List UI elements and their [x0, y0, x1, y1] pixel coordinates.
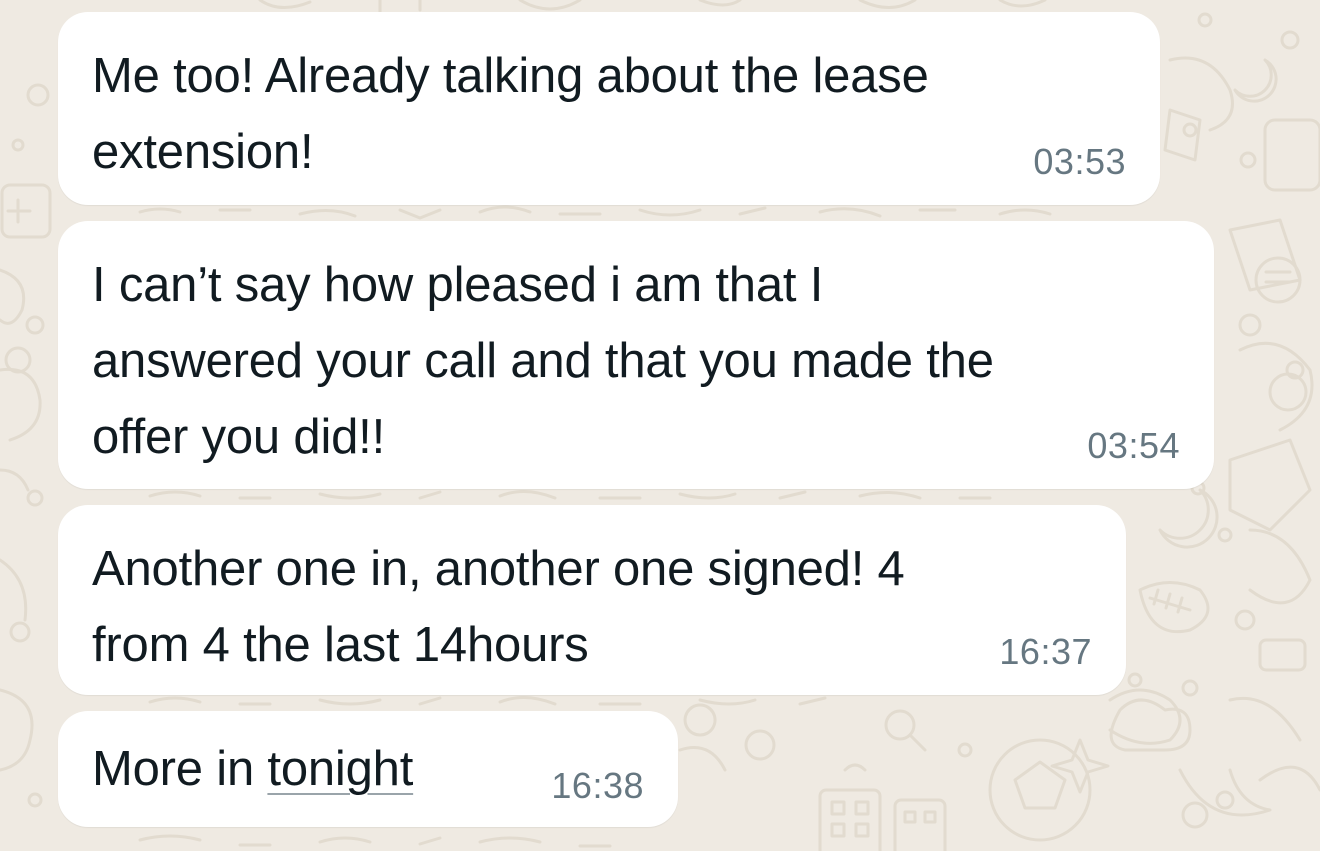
- message-text-line: offer you did!!: [92, 410, 386, 464]
- message-text-prefix: More in: [92, 742, 268, 796]
- message-text-line: answered your call and that you made the: [92, 334, 994, 388]
- message-text-line: from 4 the last 14hours: [92, 618, 589, 672]
- message-timestamp: 16:37: [999, 631, 1092, 672]
- message-text-line: Another one in, another one signed! 4: [92, 542, 905, 596]
- message-timestamp: 03:53: [1033, 141, 1126, 182]
- chat-message-list[interactable]: Me too! Already talking about the lease …: [0, 0, 1320, 851]
- message-bubble[interactable]: I can’t say how pleased i am that I answ…: [58, 221, 1214, 489]
- message-bubble[interactable]: More in tonight 16:38: [58, 711, 678, 827]
- message-bubble[interactable]: Me too! Already talking about the lease …: [58, 12, 1160, 205]
- message-text-line: extension!: [92, 125, 314, 179]
- message-timestamp: 16:38: [551, 765, 644, 806]
- message-bubble[interactable]: Another one in, another one signed! 4 fr…: [58, 505, 1126, 695]
- message-timestamp: 03:54: [1087, 425, 1180, 466]
- message-text-line: Me too! Already talking about the lease: [92, 49, 929, 103]
- message-text-line: I can’t say how pleased i am that I: [92, 258, 824, 312]
- message-link-tonight[interactable]: tonight: [267, 742, 413, 796]
